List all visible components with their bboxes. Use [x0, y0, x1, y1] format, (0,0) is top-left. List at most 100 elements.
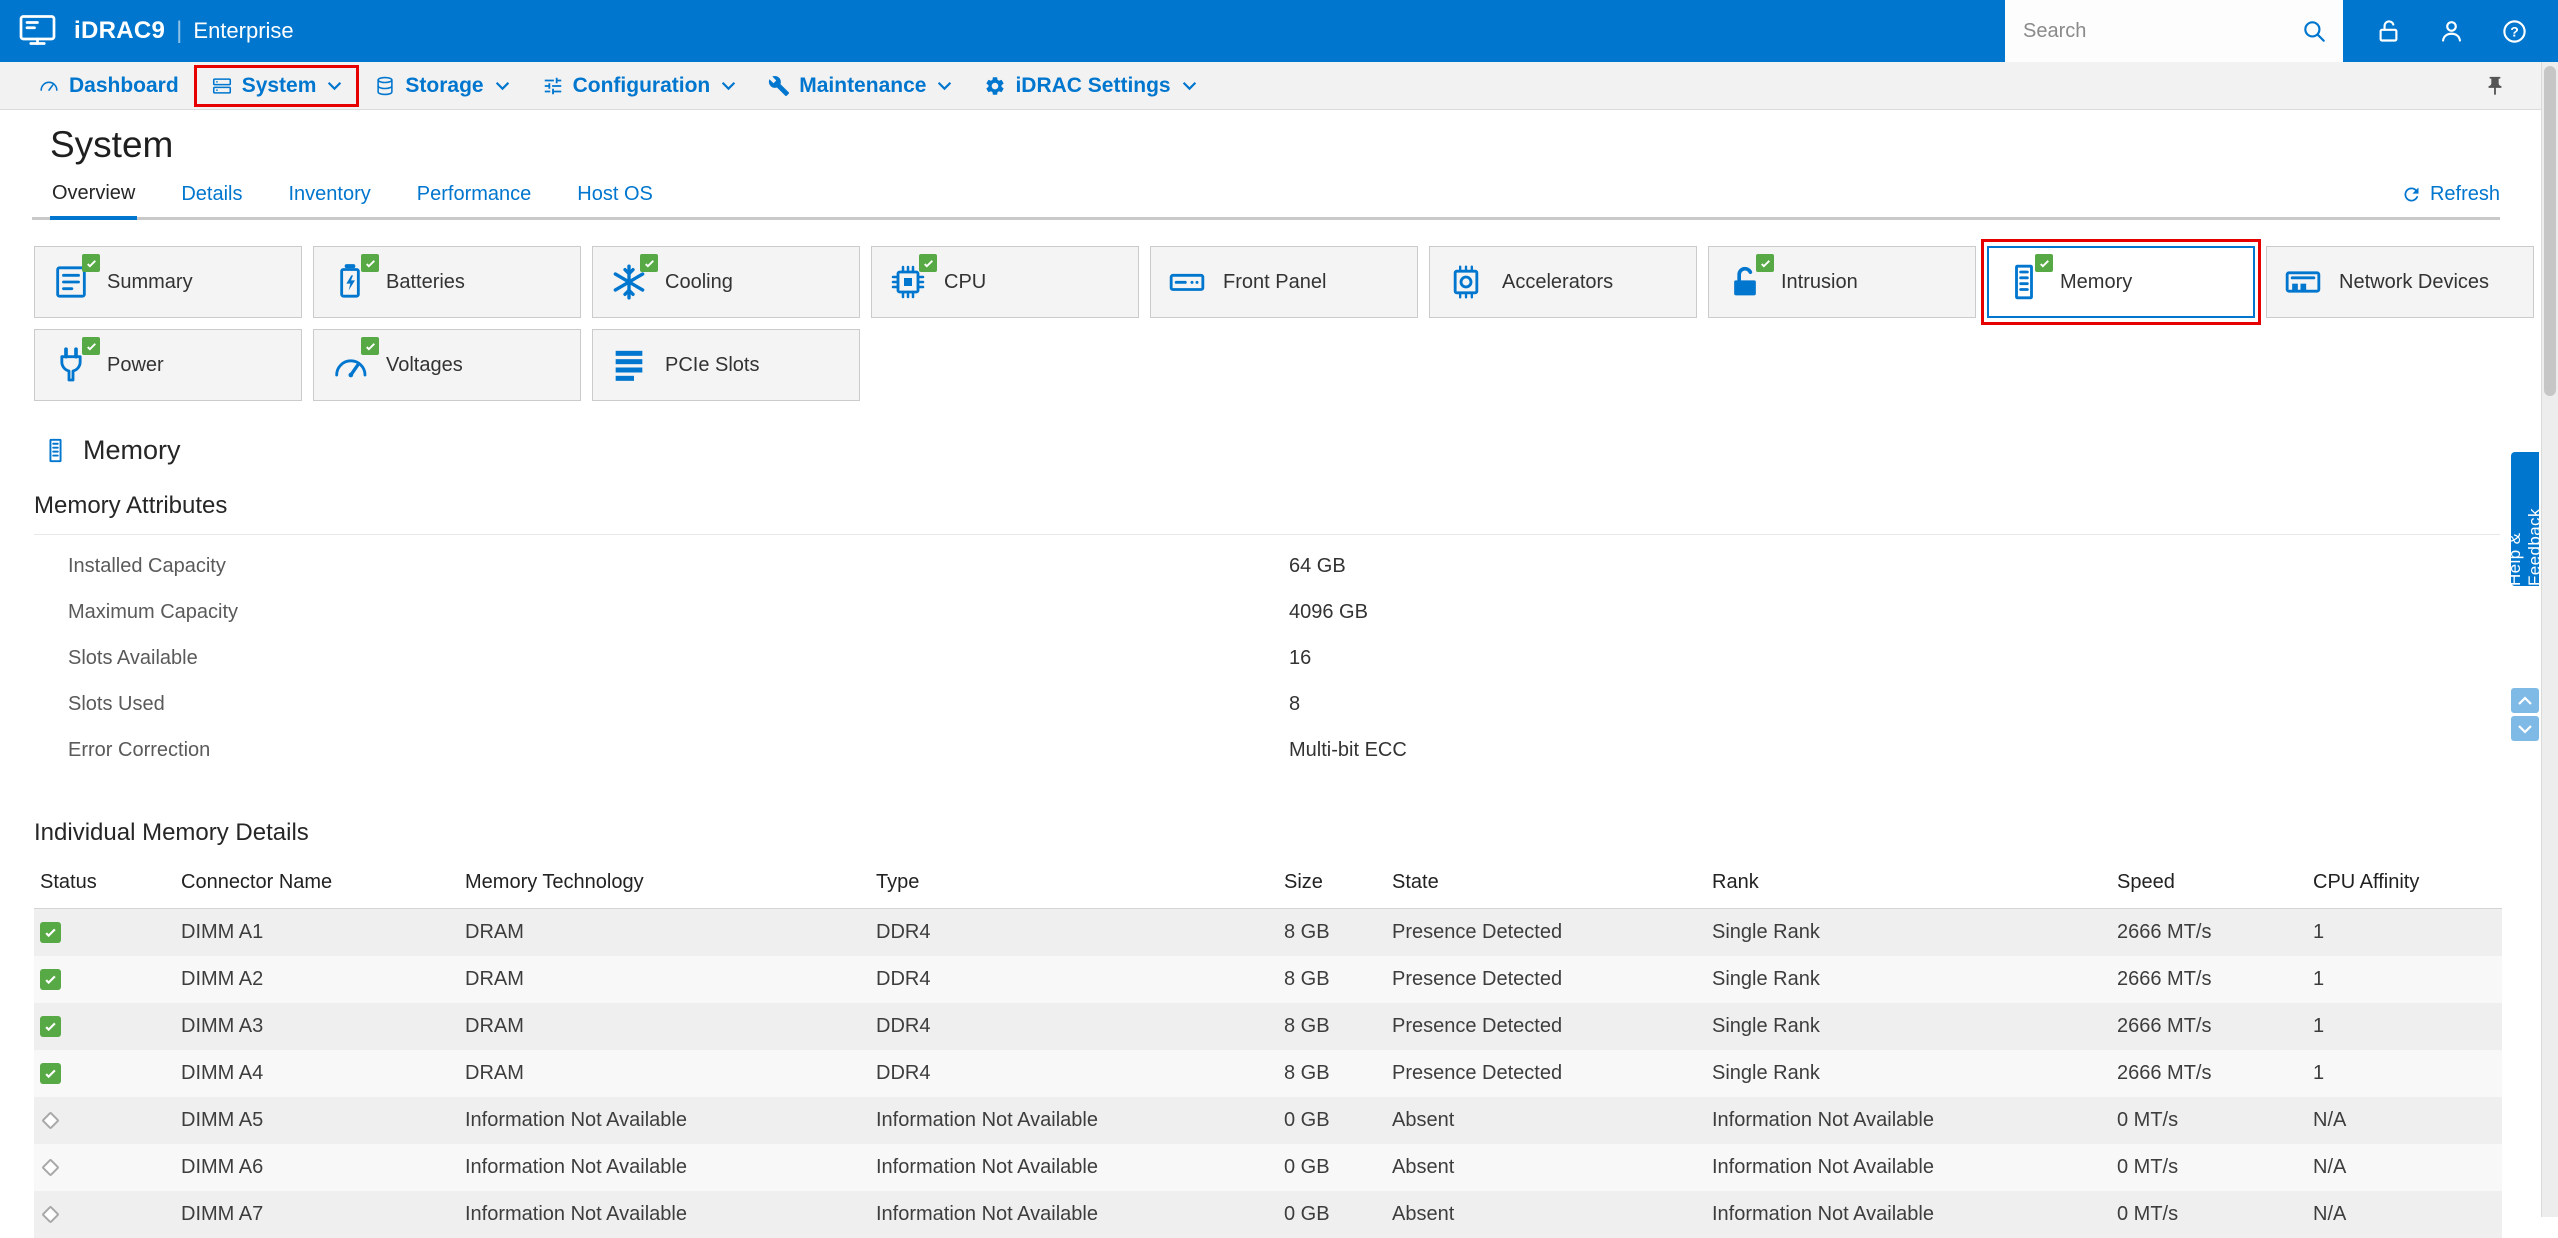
status-cell: [34, 956, 175, 1003]
cell-size: 8 GB: [1278, 1003, 1386, 1050]
cell-type: Information Not Available: [870, 1097, 1278, 1144]
scroll-down-button[interactable]: [2511, 716, 2539, 741]
scrollbar-thumb[interactable]: [2544, 66, 2556, 396]
cell-state: Presence Detected: [1386, 1050, 1706, 1097]
table-row[interactable]: DIMM A2DRAMDDR48 GBPresence DetectedSing…: [34, 956, 2502, 1003]
cell-type: DDR4: [870, 909, 1278, 956]
cell-size: 0 GB: [1278, 1144, 1386, 1191]
attribute-label: Slots Used: [32, 693, 1289, 716]
tile-cpu[interactable]: CPU: [871, 246, 1139, 318]
help-feedback-tab[interactable]: Help & Feedback: [2511, 452, 2539, 586]
table-row[interactable]: DIMM A3DRAMDDR48 GBPresence DetectedSing…: [34, 1003, 2502, 1050]
tab-host-os[interactable]: Host OS: [575, 174, 655, 217]
status-cell: [34, 1097, 175, 1144]
column-header-memory-technology: Memory Technology: [459, 861, 870, 909]
cell-technology: DRAM: [459, 1050, 870, 1097]
memory-section-header: Memory: [42, 435, 2558, 466]
nav-item-configuration[interactable]: Configuration: [526, 67, 753, 105]
idrac-logo-icon: [18, 12, 60, 50]
attribute-value: 64 GB: [1289, 555, 1346, 578]
cell-connector: DIMM A4: [175, 1050, 459, 1097]
page-content: System Overview Details Inventory Perfor…: [0, 124, 2558, 1238]
tab-overview[interactable]: Overview: [50, 173, 137, 220]
nav-item-idrac-settings[interactable]: iDRAC Settings: [968, 67, 1212, 105]
tile-batteries[interactable]: Batteries: [313, 246, 581, 318]
search-input[interactable]: [2021, 19, 2301, 44]
tile-pcie-slots[interactable]: PCIe Slots: [592, 329, 860, 401]
attribute-value: 8: [1289, 693, 1300, 716]
pin-icon[interactable]: [2484, 75, 2506, 97]
cell-speed: 2666 MT/s: [2111, 956, 2307, 1003]
chevron-up-icon: [2517, 696, 2533, 706]
cell-speed: 2666 MT/s: [2111, 1003, 2307, 1050]
tab-inventory[interactable]: Inventory: [287, 174, 373, 217]
tab-performance[interactable]: Performance: [415, 174, 534, 217]
tile-network-devices[interactable]: Network Devices: [2266, 246, 2534, 318]
sliders-icon: [542, 75, 564, 97]
cell-speed: 0 MT/s: [2111, 1191, 2307, 1238]
network-card-icon: [2283, 262, 2323, 302]
tile-cooling[interactable]: Cooling: [592, 246, 860, 318]
nav-label: Maintenance: [799, 74, 926, 98]
table-row[interactable]: DIMM A5Information Not AvailableInformat…: [34, 1097, 2502, 1144]
nav-item-storage[interactable]: Storage: [358, 67, 525, 105]
tab-bar: Overview Details Inventory Performance H…: [32, 173, 2500, 220]
nav-label: iDRAC Settings: [1015, 74, 1170, 98]
svg-text:?: ?: [2510, 23, 2519, 39]
refresh-button[interactable]: Refresh: [2401, 183, 2500, 217]
memory-attributes-list: Installed Capacity 64 GB Maximum Capacit…: [32, 543, 2558, 773]
column-header-status: Status: [34, 861, 175, 909]
tile-label: Cooling: [665, 271, 733, 294]
unlock-icon[interactable]: [2375, 18, 2402, 45]
tile-accelerators[interactable]: Accelerators: [1429, 246, 1697, 318]
tile-label: Accelerators: [1502, 271, 1613, 294]
cell-technology: Information Not Available: [459, 1191, 870, 1238]
cell-technology: Information Not Available: [459, 1144, 870, 1191]
status-unknown-icon: [41, 1205, 59, 1223]
gauge-icon: [330, 345, 370, 385]
nav-item-maintenance[interactable]: Maintenance: [752, 67, 968, 105]
cell-type: DDR4: [870, 1050, 1278, 1097]
column-header-speed: Speed: [2111, 861, 2307, 909]
wrench-icon: [768, 75, 790, 97]
cell-state: Absent: [1386, 1144, 1706, 1191]
lock-icon: [1725, 262, 1765, 302]
cell-rank: Single Rank: [1706, 1050, 2111, 1097]
scroll-up-button[interactable]: [2511, 688, 2539, 713]
cell-technology: Information Not Available: [459, 1097, 870, 1144]
status-cell: [34, 1144, 175, 1191]
table-row[interactable]: DIMM A7Information Not AvailableInformat…: [34, 1191, 2502, 1238]
search-icon[interactable]: [2301, 18, 2327, 44]
tile-label: Power: [107, 354, 164, 377]
cell-rank: Information Not Available: [1706, 1144, 2111, 1191]
tile-front-panel[interactable]: Front Panel: [1150, 246, 1418, 318]
ok-badge-icon: [2035, 254, 2053, 272]
table-row[interactable]: DIMM A1DRAMDDR48 GBPresence DetectedSing…: [34, 909, 2502, 956]
nav-item-dashboard[interactable]: Dashboard: [22, 67, 195, 105]
cell-state: Presence Detected: [1386, 1003, 1706, 1050]
nav-item-system[interactable]: System: [195, 67, 359, 105]
help-feedback-label: Help & Feedback: [2505, 452, 2545, 586]
snowflake-icon: [609, 262, 649, 302]
scrollbar-track[interactable]: [2541, 62, 2558, 1217]
help-icon[interactable]: ?: [2501, 18, 2528, 45]
tile-voltages[interactable]: Voltages: [313, 329, 581, 401]
column-header-cpu-affinity: CPU Affinity: [2307, 861, 2502, 909]
cell-rank: Single Rank: [1706, 909, 2111, 956]
ok-badge-icon: [919, 254, 937, 272]
tile-summary[interactable]: Summary: [34, 246, 302, 318]
memory-section-title: Memory: [83, 435, 181, 466]
accelerator-chip-icon: [1446, 262, 1486, 302]
table-row[interactable]: DIMM A4DRAMDDR48 GBPresence DetectedSing…: [34, 1050, 2502, 1097]
refresh-label: Refresh: [2430, 183, 2500, 206]
tile-intrusion[interactable]: Intrusion: [1708, 246, 1976, 318]
overview-tiles: Summary Batteries Cooling CPU: [34, 246, 2540, 401]
tile-power[interactable]: Power: [34, 329, 302, 401]
tile-memory[interactable]: Memory: [1987, 246, 2255, 318]
column-header-connector-name: Connector Name: [175, 861, 459, 909]
brand-name: iDRAC9: [74, 17, 165, 45]
cell-connector: DIMM A1: [175, 909, 459, 956]
tab-details[interactable]: Details: [179, 174, 244, 217]
user-icon[interactable]: [2438, 18, 2465, 45]
table-row[interactable]: DIMM A6Information Not AvailableInformat…: [34, 1144, 2502, 1191]
